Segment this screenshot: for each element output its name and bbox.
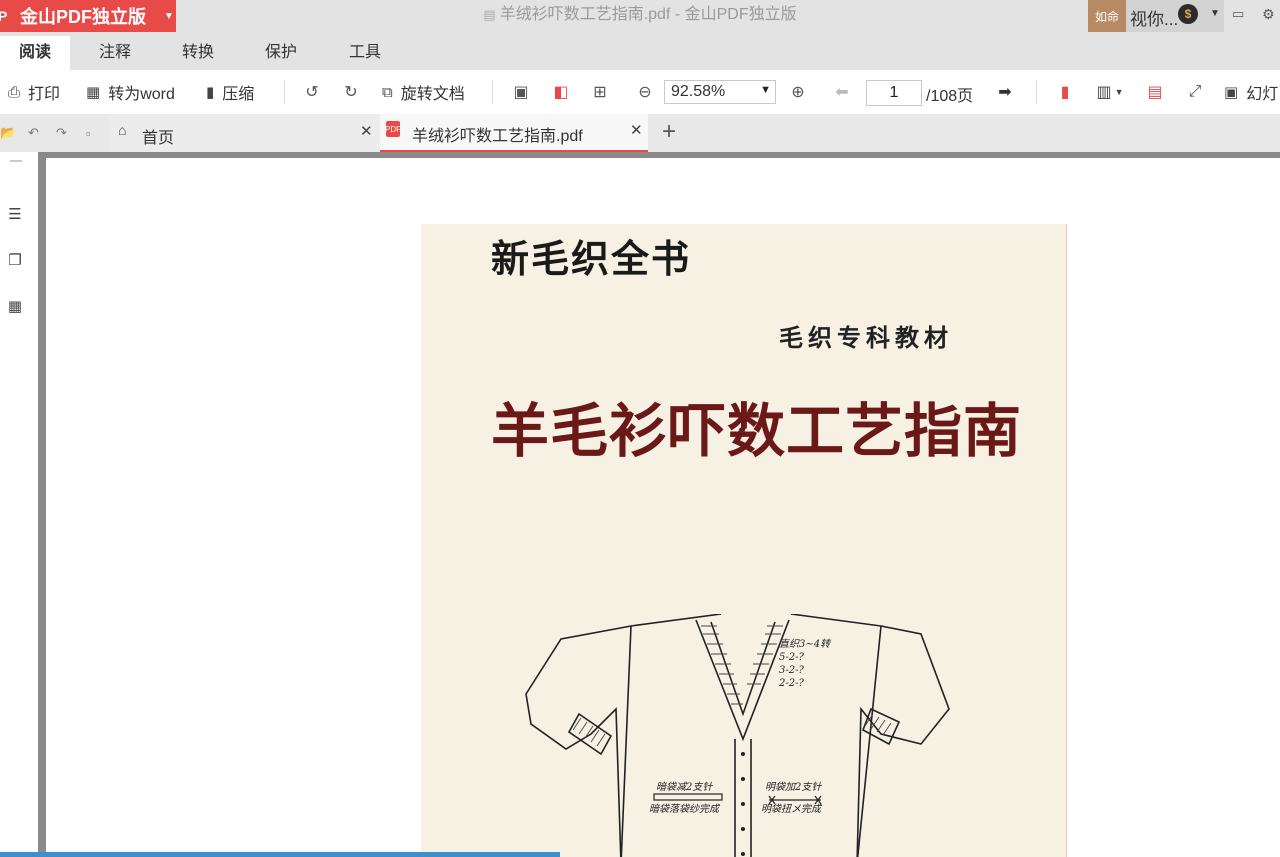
open-folder-icon[interactable]: 📂 [0,114,16,152]
illustration-note: 3-2-? [779,665,804,676]
home-icon: ⌂ [118,122,127,138]
illustration-note: 明袋扭メ完成 [761,803,823,815]
pdf-file-icon: PDF [385,121,401,137]
fit-page-icon[interactable]: ⊞ [589,70,611,114]
file-icon: ▤ [483,7,496,22]
app-logo-icon: P [0,8,8,24]
thumbnails-icon[interactable]: ❐ [4,249,26,271]
zoom-out-icon[interactable]: ⊖ [635,70,655,114]
app-menu-button[interactable]: P 金山PDF独立版 ▼ [0,0,176,32]
subtitle: 毛织专科教材 [779,323,953,352]
left-side-seam [620,625,632,857]
illustration-note: 暗袋落袋纱完成 [649,803,721,815]
single-page-icon[interactable]: ▮ [1054,70,1076,114]
sweater-illustration: 直织3~4转 5-2-? 3-2-? 2-2-? 暗袋减2支针 暗袋落袋纱完成 … [525,614,950,857]
slideshow-button[interactable]: ▣ 幻灯 [1224,70,1278,114]
rotate-left-icon[interactable]: ↺ [302,70,322,114]
tab-document[interactable]: PDF 羊绒衫吓数工艺指南.pdf ✕ [380,114,648,152]
page-total: /108页 [926,88,974,105]
window-title-text: 羊绒衫吓数工艺指南.pdf - 金山PDF独立版 [499,6,797,23]
menu-tab-tools[interactable]: 工具 [330,36,400,70]
slideshow-icon: ▣ [1224,84,1239,101]
compress-button[interactable]: ▮ 压缩 [206,70,254,114]
message-icon[interactable]: ▭ [1232,6,1244,22]
tab-home[interactable]: ⌂ 首页 ✕ [110,114,380,152]
undo-icon[interactable]: ↶ [28,114,39,152]
printer-icon: ⎙ [8,83,21,101]
user-name[interactable]: 视你... [1130,5,1178,30]
illustration-note: 5-2-? [779,652,804,663]
to-word-label: 转为word [108,86,175,103]
illustration-note: 2-2-? [778,678,804,689]
rotate-document-button[interactable]: ⧉ 旋转文档 [382,70,465,114]
actual-size-icon[interactable]: ▣ [510,70,532,114]
menu-tab-read[interactable]: 阅读 [0,36,70,70]
save-icon[interactable]: ▫ [86,114,91,152]
toolbar-divider [284,80,285,104]
toolbar-divider [1036,80,1037,104]
close-icon[interactable]: ✕ [360,122,373,140]
panel-handle[interactable] [10,160,22,162]
illustration-note: 直织3~4转 [779,638,832,650]
user-tag-badge: 如命 [1088,0,1126,32]
zoom-select[interactable]: 92.58% ▼ [664,80,776,104]
chevron-down-icon[interactable]: ▼ [1210,8,1220,19]
cuff-rib-texture [572,713,892,747]
v-neck-outline [695,619,790,742]
zoom-value: 92.58% [671,83,726,100]
tab-home-label: 首页 [142,130,175,147]
outline-icon[interactable]: ☰ [4,203,26,225]
series-title: 新毛织全书 [491,236,692,281]
dual-page-icon[interactable]: ▥ ▼ [1092,70,1128,114]
slideshow-label: 幻灯 [1246,86,1279,103]
hidden-pocket-mark [653,793,723,801]
menu-tab-protect[interactable]: 保护 [246,36,316,70]
patch-pocket-mark [768,795,822,805]
word-convert-icon: ▦ [86,84,101,101]
main-title: 羊毛衫吓数工艺指南 [491,397,1023,465]
compress-icon: ▮ [206,84,215,101]
next-page-icon[interactable]: ➡ [995,70,1015,114]
menu-tab-annotate[interactable]: 注释 [80,36,150,70]
status-strip [0,852,560,857]
continuous-scroll-icon[interactable]: ▤ [1144,70,1166,114]
button [741,777,745,781]
fit-width-icon[interactable]: ◧ [550,70,572,114]
tab-document-label: 羊绒衫吓数工艺指南.pdf [412,128,583,145]
coin-icon[interactable]: $ [1178,4,1198,24]
rotate-doc-label: 旋转文档 [400,86,465,103]
viewer-border [38,152,46,857]
new-tab-button[interactable]: + [662,118,676,146]
page-number-input[interactable]: 1 [866,80,922,106]
previous-page-icon[interactable]: ⬅ [832,70,852,114]
placket [734,739,752,857]
toolbar-divider [492,80,493,104]
rotate-document-icon: ⧉ [382,83,393,101]
v-neck-inner [710,621,776,717]
chevron-down-icon: ▼ [760,84,771,96]
illustration-note: 明袋加2支针 [765,781,822,793]
pdf-page: 新毛织全书 毛织专科教材 羊毛衫吓数工艺指南 直织3~4转 5-2-? 3-2-… [421,224,1067,857]
fullscreen-icon[interactable]: ⤢ [1184,70,1206,114]
redo-icon[interactable]: ↷ [56,114,67,152]
print-button[interactable]: ⎙ 打印 [8,70,60,114]
app-name: 金山PDF独立版 [20,7,146,27]
rotate-right-icon[interactable]: ↻ [341,70,361,114]
button [741,752,745,756]
button [741,802,745,806]
menu-tab-convert[interactable]: 转换 [163,36,233,70]
to-word-button[interactable]: ▦ 转为word [86,70,175,114]
button [741,827,745,831]
close-icon[interactable]: ✕ [630,121,643,139]
compress-label: 压缩 [222,86,255,103]
button [741,852,745,856]
zoom-in-icon[interactable]: ⊕ [788,70,808,114]
gear-icon[interactable]: ⚙ [1262,6,1275,23]
print-label: 打印 [28,86,61,103]
word-convert-icon[interactable]: ▦ [4,295,26,317]
illustration-note: 暗袋减2支针 [656,781,713,793]
chevron-down-icon: ▼ [164,10,174,22]
